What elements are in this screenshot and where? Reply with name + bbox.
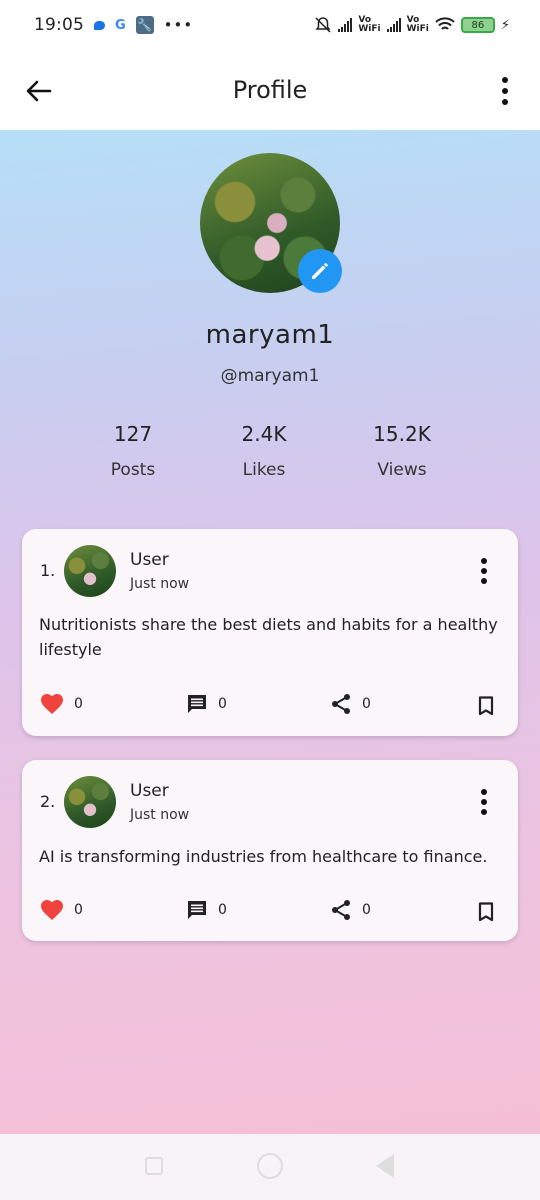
comment-count: 0 [218,902,227,918]
post-index: 2. [40,792,56,811]
post-card[interactable]: 1. User Just now Nutritionists share the… [22,529,518,736]
comment-button[interactable]: 0 [186,899,227,921]
bookmark-icon [478,902,494,922]
stat-label: Posts [110,460,156,480]
status-time: 19:05 [34,15,84,35]
stat-label: Likes [242,460,286,480]
back-nav-button[interactable] [376,1154,394,1178]
profile-avatar[interactable] [200,153,342,293]
bookmark-icon [478,696,494,716]
bookmark-button[interactable] [476,694,496,718]
arrow-left-icon [26,80,52,102]
share-icon [332,900,350,920]
dot [502,88,508,94]
post-author[interactable]: User [130,781,169,801]
comment-icon [188,695,206,713]
mute-icon [314,16,332,34]
like-button[interactable]: 0 [40,693,83,715]
stat-value: 2.4K [241,422,287,446]
dot [481,809,487,815]
status-left: 19:05 G 🔧 ••• [34,15,193,35]
battery-icon: 86 [460,17,495,33]
stat-label: Views [377,460,427,480]
profile-stats: 127 Posts 2.4K Likes 15.2K Views [0,422,540,482]
profile-username: maryam1 [205,320,335,350]
post-card[interactable]: 2. User Just now AI is transforming indu… [22,760,518,941]
share-icon [332,694,350,714]
stat-posts[interactable]: 127 Posts [63,422,203,480]
post-timestamp: Just now [130,576,190,592]
recents-button[interactable] [145,1157,163,1175]
profile-content: maryam1 @maryam1 127 Posts 2.4K Likes 15… [0,130,540,1134]
share-count: 0 [362,696,371,712]
dot [502,99,508,105]
dot [481,789,487,795]
dot [481,578,487,584]
app-bar: Profile [0,50,540,130]
edit-avatar-button[interactable] [298,249,342,293]
dot [481,799,487,805]
signal-icon [338,18,353,32]
post-index: 1. [40,561,56,580]
stat-views[interactable]: 15.2K Views [332,422,472,480]
post-more-button[interactable] [478,556,490,586]
stat-value: 15.2K [373,422,431,446]
charging-icon: ⚡ [500,17,510,33]
post-more-button[interactable] [478,787,490,817]
stat-value: 127 [113,422,153,446]
status-bar: 19:05 G 🔧 ••• Vo WiFi Vo WiFi 86 ⚡ [0,0,540,50]
google-icon: G [115,17,126,33]
comment-count: 0 [218,696,227,712]
dot [502,77,508,83]
share-count: 0 [362,902,371,918]
pencil-icon [312,263,328,279]
vowifi-label: Vo WiFi [406,15,429,34]
avatar[interactable] [64,545,116,597]
post-author[interactable]: User [130,550,169,570]
stat-likes[interactable]: 2.4K Likes [194,422,334,480]
signal-icon [386,18,401,32]
status-right: Vo WiFi Vo WiFi 86 ⚡ [314,16,510,34]
post-text: Nutritionists share the best diets and h… [39,615,498,659]
like-count: 0 [74,902,83,918]
bookmark-button[interactable] [476,900,496,924]
avatar[interactable] [64,776,116,828]
like-button[interactable]: 0 [40,899,83,921]
share-button[interactable]: 0 [330,899,371,921]
post-text: AI is transforming industries from healt… [39,847,488,866]
more-icon: ••• [163,16,194,34]
post-timestamp: Just now [130,807,190,823]
dot [481,568,487,574]
share-button[interactable]: 0 [330,693,371,715]
page-title: Profile [232,76,308,104]
system-navigation-bar [0,1134,540,1200]
heart-icon [41,900,63,920]
back-button[interactable] [24,76,54,106]
dot [481,558,487,564]
home-button[interactable] [257,1153,283,1179]
wrench-icon: 🔧 [135,16,154,34]
messages-icon [94,20,105,30]
more-options-button[interactable] [492,76,518,106]
heart-icon [41,694,63,714]
vowifi-label: Vo WiFi [358,15,381,34]
comment-icon [188,901,206,919]
wifi-icon [435,17,455,33]
like-count: 0 [74,696,83,712]
comment-button[interactable]: 0 [186,693,227,715]
profile-handle: @maryam1 [220,366,320,386]
